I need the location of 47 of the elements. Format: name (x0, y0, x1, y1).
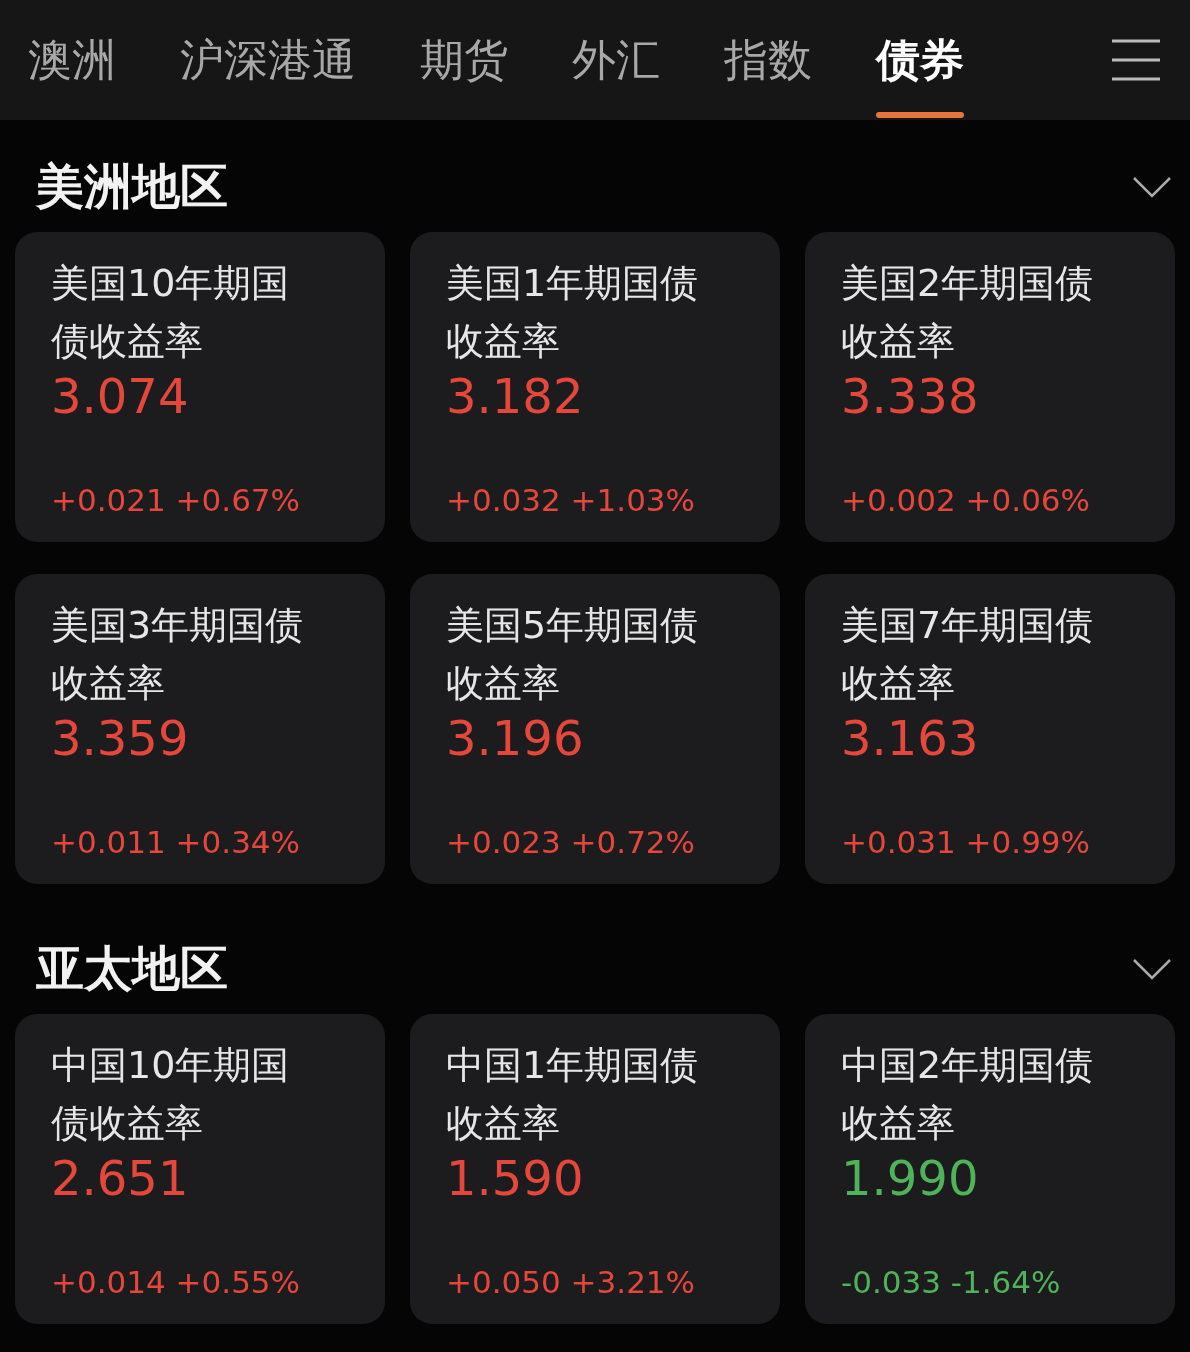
bond-card[interactable]: 中国10年期国债收益率 2.651 +0.014 +0.55% (15, 1014, 385, 1324)
section-title: 美洲地区 (36, 157, 228, 216)
tab[interactable]: 债券 (876, 0, 964, 120)
bond-name: 中国2年期国债收益率 (841, 1042, 1095, 1147)
tab[interactable]: 沪深港通 (180, 0, 356, 120)
tab[interactable]: 指数 (724, 0, 812, 120)
yield-change: +0.023 +0.72% (446, 824, 697, 860)
yield-value: 3.163 (841, 709, 980, 768)
bond-card[interactable]: 中国1年期国债收益率 1.590 +0.050 +3.21% (410, 1014, 780, 1324)
chevron-down-icon[interactable] (1132, 175, 1172, 199)
bond-card[interactable]: 美国3年期国债收益率 3.359 +0.011 +0.34% (15, 574, 385, 884)
yield-change: +0.014 +0.55% (51, 1264, 302, 1300)
chevron-down-icon[interactable] (1132, 957, 1172, 981)
bond-card[interactable]: 中国2年期国债收益率 1.990 -0.033 -1.64% (805, 1014, 1175, 1324)
yield-change: +0.031 +0.99% (841, 824, 1092, 860)
yield-value: 1.590 (446, 1149, 585, 1208)
bond-card[interactable]: 美国5年期国债收益率 3.196 +0.023 +0.72% (410, 574, 780, 884)
bond-name: 美国10年期国债收益率 (51, 260, 291, 365)
tab[interactable]: 期货 (420, 0, 508, 120)
yield-change: +0.050 +3.21% (446, 1264, 697, 1300)
bond-card[interactable]: 美国2年期国债收益率 3.338 +0.002 +0.06% (805, 232, 1175, 542)
yield-value: 3.074 (51, 367, 190, 426)
yield-value: 3.182 (446, 367, 585, 426)
tab[interactable]: 外汇 (572, 0, 660, 120)
bond-name: 中国10年期国债收益率 (51, 1042, 291, 1147)
yield-change: -0.033 -1.64% (841, 1264, 1062, 1300)
bond-name: 美国2年期国债收益率 (841, 260, 1095, 365)
bond-name: 美国3年期国债收益率 (51, 602, 305, 707)
yield-value: 3.359 (51, 709, 190, 768)
bond-card[interactable]: 美国7年期国债收益率 3.163 +0.031 +0.99% (805, 574, 1175, 884)
bond-card[interactable]: 美国1年期国债收益率 3.182 +0.032 +1.03% (410, 232, 780, 542)
yield-change: +0.011 +0.34% (51, 824, 302, 860)
yield-value: 3.338 (841, 367, 980, 426)
bond-name: 中国1年期国债收益率 (446, 1042, 700, 1147)
section-title: 亚太地区 (36, 939, 228, 998)
yield-change: +0.032 +1.03% (446, 482, 697, 518)
yield-value: 3.196 (446, 709, 585, 768)
bond-name: 美国1年期国债收益率 (446, 260, 700, 365)
tab[interactable]: 澳洲 (28, 0, 116, 120)
yield-value: 1.990 (841, 1149, 980, 1208)
bond-name: 美国5年期国债收益率 (446, 602, 700, 707)
yield-value: 2.651 (51, 1149, 190, 1208)
bond-name: 美国7年期国债收益率 (841, 602, 1095, 707)
bond-card[interactable]: 美国10年期国债收益率 3.074 +0.021 +0.67% (15, 232, 385, 542)
yield-change: +0.021 +0.67% (51, 482, 302, 518)
menu-icon[interactable] (1110, 38, 1162, 82)
yield-change: +0.002 +0.06% (841, 482, 1092, 518)
